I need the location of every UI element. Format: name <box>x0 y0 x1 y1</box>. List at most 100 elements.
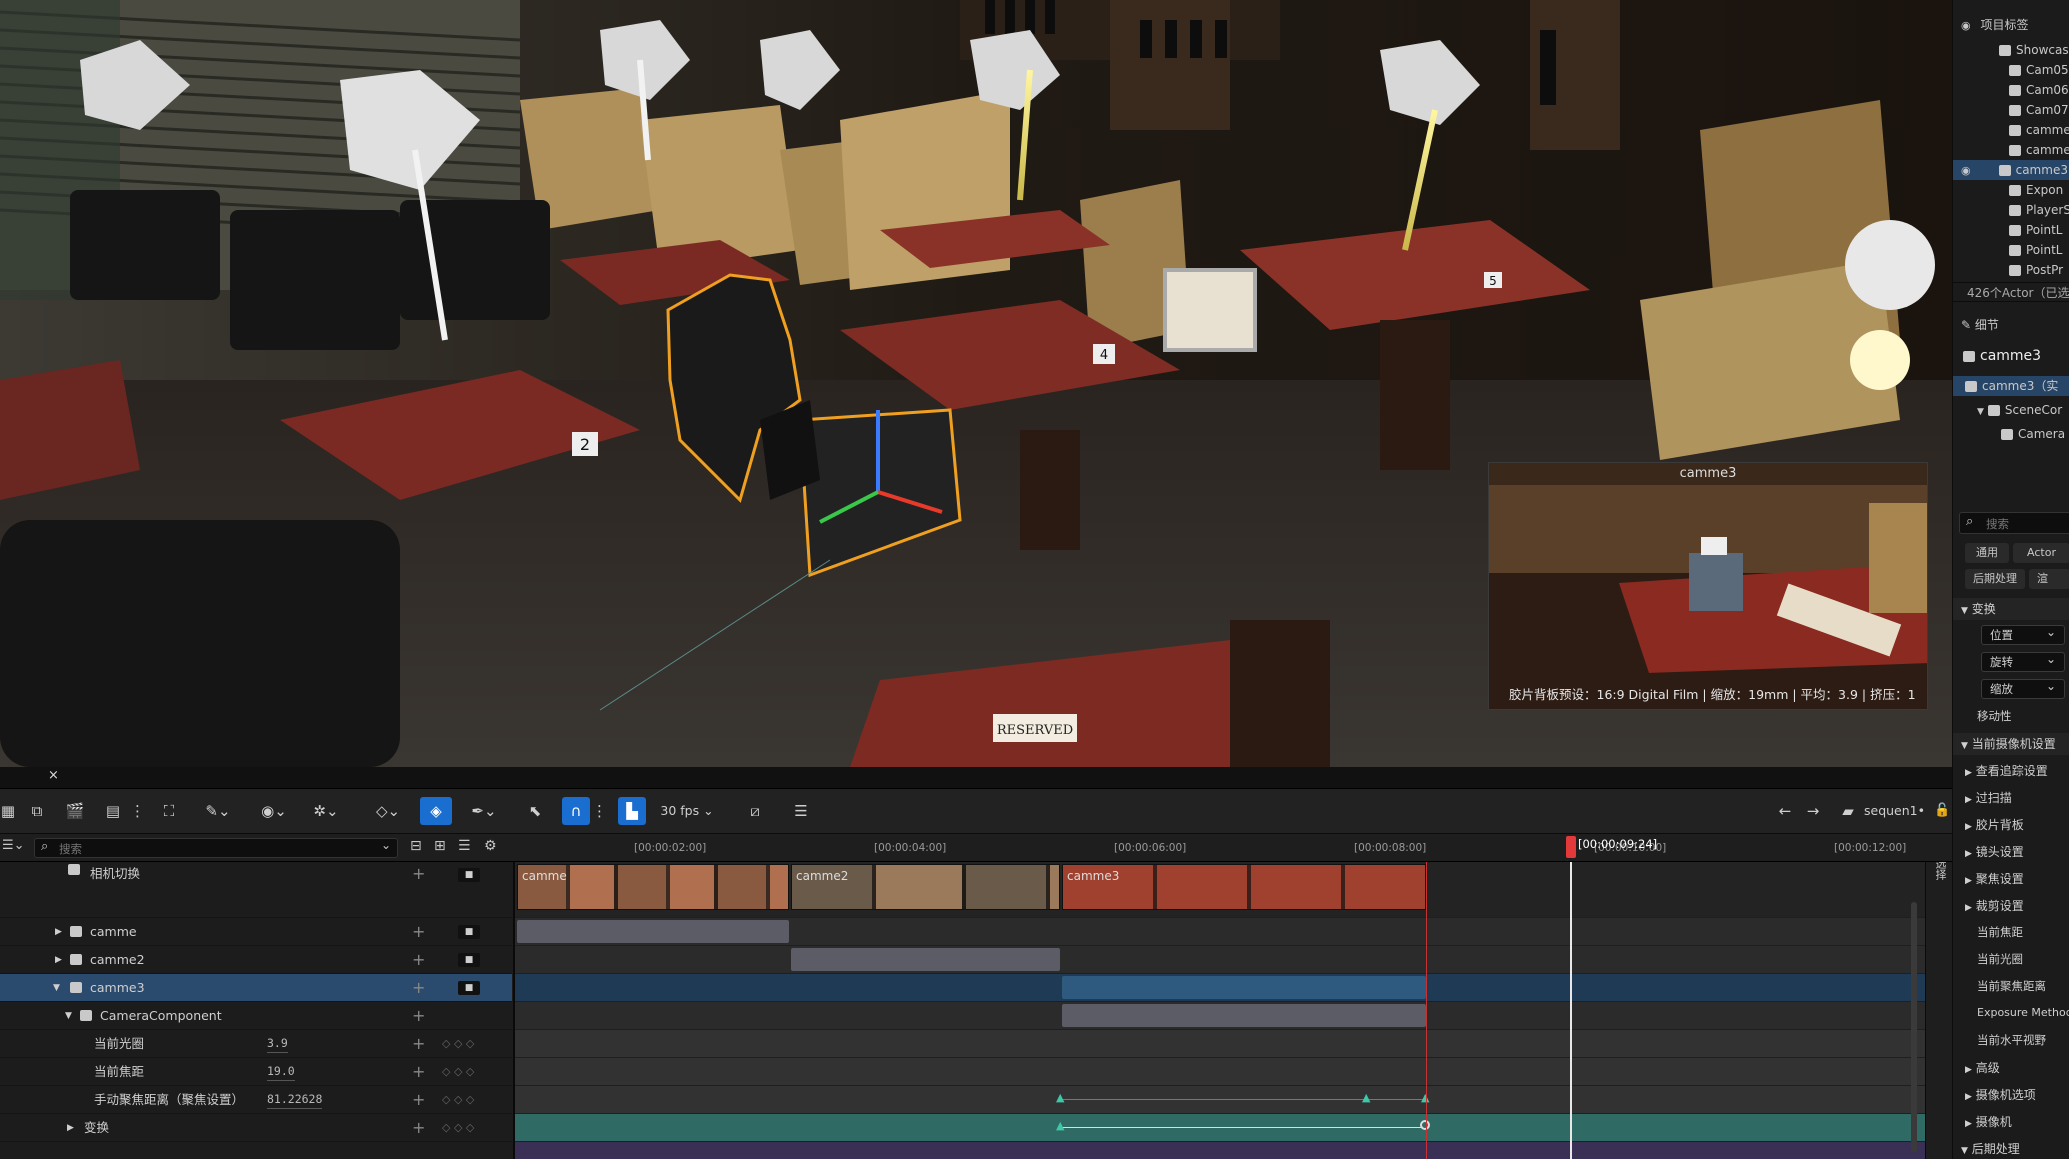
outliner-item-selected[interactable]: ◉ camme3 <box>1953 160 2069 180</box>
time-ruler[interactable]: [00:00:02:00] [00:00:04:00] [00:00:06:00… <box>515 834 1952 862</box>
tools-icon[interactable]: ✎⌄ <box>198 797 238 825</box>
section-crop-settings[interactable]: ▶ 裁剪设置 <box>1953 895 2069 917</box>
expand-arrow-icon[interactable]: ▶ <box>55 918 62 946</box>
sequence-name-label[interactable]: sequen1• <box>1864 797 1936 825</box>
clapper-icon[interactable]: ▤ <box>100 797 126 825</box>
collapse-arrow-icon[interactable]: ▼ <box>1977 407 1984 417</box>
component-root[interactable]: camme3（实 <box>1953 376 2069 396</box>
snap-magnet-icon[interactable]: ∩ <box>562 797 590 825</box>
camera-lock-icon[interactable]: ■ <box>458 868 480 882</box>
add-icon[interactable]: + <box>412 1114 425 1142</box>
camera-lock-icon[interactable]: ■ <box>458 953 480 967</box>
close-tab-icon[interactable]: × <box>48 768 59 783</box>
track-camera-component[interactable]: ▼ CameraComponent + <box>0 1002 512 1030</box>
section-current-camera-settings[interactable]: ▼ 当前摄像机设置 <box>1953 733 2069 755</box>
details-actor-name[interactable]: camme3 <box>1953 344 2069 368</box>
level-viewport[interactable]: RESERVED 2 4 5 camme3 胶片背板预设：16:9 Digita… <box>0 0 1952 767</box>
collapse-arrow-icon[interactable]: ▼ <box>65 1002 72 1030</box>
component-camera[interactable]: Camera <box>1953 424 2069 444</box>
save-icon[interactable]: ▦ <box>0 797 16 825</box>
find-in-browser-icon[interactable]: ⧉ <box>24 797 50 825</box>
section-transform[interactable]: ▼ 变换 <box>1953 598 2069 620</box>
track-camme3[interactable]: ▼ camme3 + ■ <box>0 974 512 1002</box>
camera-cut-clip[interactable]: camme <box>517 864 789 910</box>
view-options-icon[interactable]: ◉⌄ <box>254 797 294 825</box>
playback-options-icon[interactable]: ✲⌄ <box>306 797 346 825</box>
snap-keys-icon[interactable]: ▙ <box>618 797 646 825</box>
outliner-item[interactable]: PointL <box>1953 220 2069 240</box>
key-nav-icons[interactable]: ◇ ◇ ◇ <box>442 1086 474 1114</box>
camera-preview[interactable]: camme3 胶片背板预设：16:9 Digital Film | 缩放：19m… <box>1488 462 1928 710</box>
auto-key-icon[interactable]: ◈ <box>420 797 452 825</box>
add-icon[interactable]: + <box>412 1002 425 1030</box>
details-search-input[interactable]: ⌕ 搜索 <box>1959 512 2069 534</box>
keyframe-marker[interactable] <box>1420 1120 1430 1130</box>
folder-icon[interactable]: ▰ <box>1836 797 1860 825</box>
keyframe-marker[interactable]: ▲ <box>1056 1091 1064 1104</box>
filter-actor-button[interactable]: Actor <box>2013 543 2069 563</box>
track-manual-focus-distance[interactable]: 手动聚焦距离（聚焦设置） 81.22628 + ◇ ◇ ◇ <box>0 1086 512 1114</box>
section-lookat-settings[interactable]: ▶ 查看追踪设置 <box>1953 760 2069 782</box>
section-overscan[interactable]: ▶ 过扫描 <box>1953 787 2069 809</box>
keyframe-marker[interactable]: ▲ <box>1056 1119 1064 1132</box>
track-current-aperture[interactable]: 当前光圈 3.9 + ◇ ◇ ◇ <box>0 1030 512 1058</box>
camera-settings-icon[interactable]: ⛶ <box>156 797 182 825</box>
edit-mode-icon[interactable]: ✒⌄ <box>464 797 504 825</box>
track-camera-cut[interactable]: 相机切换 + ■ <box>0 862 512 918</box>
playhead-line[interactable] <box>1570 862 1572 1159</box>
focal-length-value-field[interactable]: 19.0 <box>267 1062 295 1081</box>
outliner-item[interactable]: PostPr <box>1953 260 2069 280</box>
details-tab[interactable]: ✎ 细节 <box>1953 315 2069 335</box>
outliner-item[interactable]: PlayerS <box>1953 200 2069 220</box>
outliner-item[interactable]: Cam05 <box>1953 60 2069 80</box>
eye-icon[interactable]: ◉ <box>1961 19 1971 32</box>
keyframe-marker[interactable]: ▲ <box>1362 1091 1370 1104</box>
add-icon[interactable]: + <box>412 1030 425 1058</box>
camera-lock-icon[interactable]: ■ <box>458 981 480 995</box>
filter-icon[interactable]: ☰⌄ <box>2 838 25 853</box>
outliner-item[interactable]: camme <box>1953 120 2069 140</box>
track-current-focal-length[interactable]: 当前焦距 19.0 + ◇ ◇ ◇ <box>0 1058 512 1086</box>
gear-icon[interactable]: ⚙ <box>484 838 497 854</box>
aperture-value-field[interactable]: 3.9 <box>267 1034 288 1053</box>
expand-all-icon[interactable]: ⊞ <box>434 838 446 854</box>
rotation-dropdown[interactable]: 旋转 <box>1981 650 2065 672</box>
back-arrow-icon[interactable]: ← <box>1774 797 1796 825</box>
fps-dropdown[interactable]: 30 fps ⌄ <box>656 797 718 825</box>
outliner-item[interactable]: Showcas <box>1953 40 2069 60</box>
scale-dropdown[interactable]: 缩放 <box>1981 677 2065 699</box>
camera-cut-clip[interactable]: camme2 <box>791 864 1060 910</box>
section-advanced[interactable]: ▶ 高级 <box>1953 1057 2069 1079</box>
camme-section-bar[interactable] <box>517 920 789 943</box>
collapse-all-icon[interactable]: ⊟ <box>410 838 422 854</box>
key-options-icon[interactable]: ◇⌄ <box>368 797 408 825</box>
timeline-area[interactable]: camme camme2 camme3 ▲ ▲ ▲ 选择 <box>515 862 1952 1159</box>
camera-cut-clip[interactable]: camme3 <box>1062 864 1426 910</box>
expand-arrow-icon[interactable]: ▶ <box>67 1114 74 1142</box>
outliner-item[interactable]: Cam06 <box>1953 80 2069 100</box>
expand-arrow-icon[interactable]: ▶ <box>55 946 62 974</box>
outliner-header[interactable]: ◉ 项目标签 <box>1953 15 2069 35</box>
key-nav-icons[interactable]: ◇ ◇ ◇ <box>442 1058 474 1086</box>
add-icon[interactable]: + <box>412 946 425 974</box>
add-icon[interactable]: + <box>412 974 425 1002</box>
section-focus-settings[interactable]: ▶ 聚焦设置 <box>1953 868 2069 890</box>
location-dropdown[interactable]: 位置 <box>1981 623 2065 645</box>
focus-distance-value-field[interactable]: 81.22628 <box>267 1090 323 1109</box>
key-nav-icons[interactable]: ◇ ◇ ◇ <box>442 1114 474 1142</box>
outliner-item[interactable]: Cam07 <box>1953 100 2069 120</box>
section-filmback[interactable]: ▶ 胶片背板 <box>1953 814 2069 836</box>
outliner-item[interactable]: PointL <box>1953 240 2069 260</box>
track-camme[interactable]: ▶ camme + ■ <box>0 918 512 946</box>
camme3-section-bar[interactable] <box>1062 976 1426 999</box>
eye-icon[interactable]: ◉ <box>1961 164 1971 177</box>
section-camera[interactable]: ▶ 摄像机 <box>1953 1111 2069 1133</box>
camera-lock-icon[interactable]: ■ <box>458 925 480 939</box>
snap-options-icon[interactable]: ⋮ <box>592 797 607 825</box>
collapse-arrow-icon[interactable]: ▼ <box>53 974 60 1002</box>
filter-postprocess-button[interactable]: 后期处理 <box>1965 569 2025 589</box>
more-options-icon[interactable]: ⋮ <box>130 797 145 825</box>
filter-general-button[interactable]: 通用 <box>1965 543 2009 563</box>
section-camera-options[interactable]: ▶ 摄像机选项 <box>1953 1084 2069 1106</box>
section-postprocess[interactable]: ▼ 后期处理 <box>1953 1138 2069 1159</box>
